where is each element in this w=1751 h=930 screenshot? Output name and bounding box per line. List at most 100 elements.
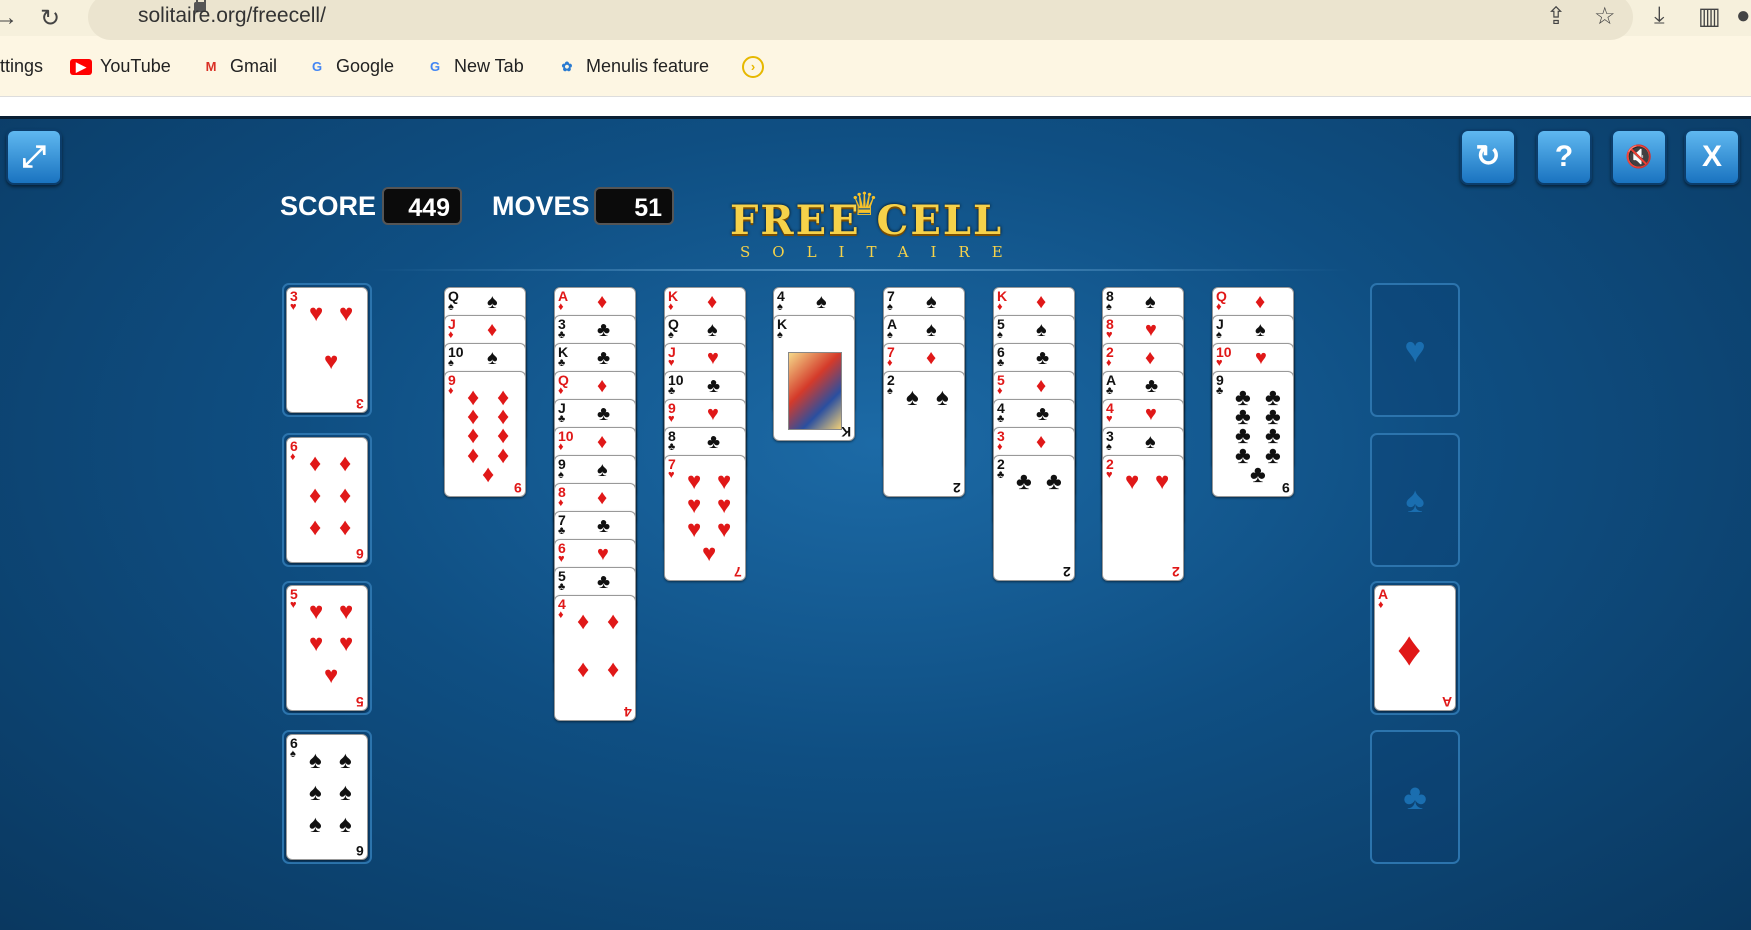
mute-button[interactable]: 🔇 [1611,129,1667,185]
suit-pip: ♠ [1145,431,1156,453]
suit-pip: ♠ [339,747,352,774]
suit-pip: ♥ [1125,468,1140,495]
suit-pip: ♦ [926,347,937,369]
suit-pip: ♣ [1046,468,1062,495]
card-rank-corner: K [840,424,851,440]
suit-pip: ♦ [707,291,718,313]
card-suit: ♣ [558,329,566,341]
card-suit: ♥ [668,413,675,425]
playing-card[interactable]: 9 ♦ 9 ♦ ♦ ♦ ♦ ♦ ♦ ♦ ♦ ♦ [444,371,526,497]
suit-pip: ♦ [309,482,322,509]
playing-card[interactable]: A ♦ A ♦ [1374,585,1456,711]
download-icon[interactable]: ⤓ [1654,2,1665,30]
card-suit: ♣ [1106,385,1114,397]
suit-pip: ♦ [487,319,498,341]
suit-pip: ♠ [1036,319,1047,341]
bookmark-label: Menulis feature [586,56,710,76]
card-rank-corner: 9 [1282,480,1290,496]
card-rank-corner: 2 [1063,564,1071,580]
suit-pip: ♦ [577,608,590,635]
suit-pip: ♠ [816,291,827,313]
browser-toolbar: → ↻ solitaire.org/freecell/ ⇪ ☆ ⤓ ▥ ● [0,0,1751,40]
mute-icon: 🔇 [1625,144,1653,169]
playing-card[interactable]: K ♠ K [773,315,855,441]
card-suit: ♠ [1106,301,1112,313]
card-suit: ♦ [448,385,454,397]
card-suit: ♠ [448,357,454,369]
forward-icon[interactable]: → [0,4,18,32]
suit-pip: ♥ [687,492,702,519]
close-button[interactable]: X [1684,129,1740,185]
card-suit: ♣ [668,385,676,397]
playing-card[interactable]: 2 ♠ 2 ♠ ♠ [883,371,965,497]
card-suit: ♥ [1106,413,1113,425]
menulis-icon: ✿ [561,58,573,74]
suit-pip: ♣ [1145,375,1159,397]
suit-pip: ♠ [906,384,919,411]
bookmark-gmail[interactable]: M Gmail [200,56,277,77]
suit-pip: ♥ [309,598,324,625]
playing-card[interactable]: 7 ♥ 7 ♥ ♥ ♥ ♥ ♥ ♥ ♥ [664,455,746,581]
playing-card[interactable]: 5 ♥ 5 ♥ ♥ ♥ ♥ ♥ [286,585,368,711]
bookmark-google[interactable]: G Google [306,56,394,77]
freecell-game-board: ⤢ ↻ ? 🔇 X SCORE 449 MOVES 51 ♛ FREE CELL… [0,116,1751,930]
sidepanel-icon[interactable]: ▥ [1698,2,1721,31]
url-text[interactable]: solitaire.org/freecell/ [138,4,326,28]
playing-card[interactable]: 2 ♣ 2 ♣ ♣ [993,455,1075,581]
card-suit: ♦ [997,385,1003,397]
bookmark-label: YouTube [100,56,171,76]
bookmark-youtube[interactable]: ▶ YouTube [70,56,171,77]
playing-card[interactable]: 3 ♥ 3 ♥ ♥ ♥ [286,287,368,413]
fullscreen-icon: ⤢ [22,140,46,173]
restart-button[interactable]: ↻ [1460,129,1516,185]
suit-pip: ♣ [707,375,721,397]
bookmark-menulis[interactable]: ✿ Menulis feature [556,56,710,77]
card-suit: ♦ [668,301,674,313]
suit-pip: ♦ [1036,291,1047,313]
card-rank-corner: 6 [356,843,364,859]
bookmark-label: Gmail [230,56,278,76]
moves-value: 51 [594,187,674,225]
playing-card[interactable]: 4 ♦ 4 ♦ ♦ ♦ ♦ [554,595,636,721]
extension-arrow[interactable]: › [742,56,764,78]
card-suit: ♠ [777,329,783,341]
suit-pip: ♦ [482,460,495,488]
suit-pip: ♠ [487,291,498,313]
card-suit: ♣ [558,581,566,593]
suit-pip: ♥ [687,516,702,543]
card-suit: ♠ [1216,329,1222,341]
suit-pip: ♦ [309,514,322,541]
suit-pip: ♣ [597,319,611,341]
help-button[interactable]: ? [1536,129,1592,185]
card-suit: ♦ [558,497,564,509]
bookmark-newtab[interactable]: G New Tab [424,56,524,77]
score-value: 449 [382,187,462,225]
card-suit: ♦ [558,609,564,621]
playing-card[interactable]: 6 ♠ 6 ♠ ♠ ♠ ♠ ♠ ♠ [286,734,368,860]
card-suit: ♠ [997,329,1003,341]
playing-card[interactable]: 6 ♦ 6 ♦ ♦ ♦ ♦ ♦ ♦ [286,437,368,563]
moves-label: MOVES [492,191,590,221]
suit-pip: ♦ [1255,291,1266,313]
suit-pip: ♣ [1265,441,1281,469]
fullscreen-button[interactable]: ⤢ [6,129,62,185]
star-icon[interactable]: ☆ [1594,2,1616,31]
share-icon[interactable]: ⇪ [1546,2,1566,31]
card-suit: ♦ [1216,301,1222,313]
suit-pip: ♦ [607,608,620,635]
suit-pip: ♦ [339,450,352,477]
card-slot[interactable]: ♠ [1370,433,1460,567]
reload-icon[interactable]: ↻ [40,4,60,33]
foundation-suit-icon: ♥ [1404,329,1426,370]
card-rank-corner: 4 [624,704,632,720]
card-slot[interactable]: ♣ [1370,730,1460,864]
playing-card[interactable]: 9 ♣ 9 ♣ ♣ ♣ ♣ ♣ ♣ ♣ ♣ ♣ [1212,371,1294,497]
suit-pip: ♣ [707,431,721,453]
card-slot[interactable]: ♥ [1370,283,1460,417]
playing-card[interactable]: 2 ♥ 2 ♥ ♥ [1102,455,1184,581]
card-suit: ♦ [997,441,1003,453]
ace-pip: ♦ [1397,623,1422,676]
bookmark-settings[interactable]: ttings [0,56,43,77]
card-rank-corner: 2 [1172,564,1180,580]
profile-icon[interactable]: ● [1736,2,1751,30]
